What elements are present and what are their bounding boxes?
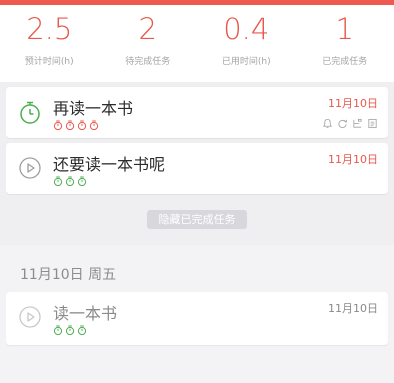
stat-pending-tasks: 2 待完成任务 <box>99 5 198 82</box>
day-header: 11月10日 周五 <box>20 267 117 283</box>
pomodoro-icon <box>53 325 63 335</box>
stat-estimated-time: 2.5 预计时间(h) <box>0 5 99 82</box>
task-title[interactable]: 读一本书 <box>53 300 117 324</box>
pomodoro-row <box>53 176 87 186</box>
task-card[interactable]: 还要读一本书呢 11月10日 <box>6 143 388 194</box>
stat-value: 1 <box>335 12 354 46</box>
task-due-date: 11月10日 <box>328 302 378 315</box>
pomodoro-icon <box>77 120 87 130</box>
stats-panel: 2.5 预计时间(h) 2 待完成任务 0.4 已用时间(h) 1 已完成任务 <box>0 5 394 82</box>
pomodoro-icon <box>53 120 63 130</box>
pomodoro-icon <box>77 176 87 186</box>
hide-completed-button[interactable]: 隐藏已完成任务 <box>147 210 247 229</box>
task-card-completed[interactable]: 读一本书 11月10日 <box>6 292 388 345</box>
bell-icon <box>323 118 332 129</box>
task-tools <box>322 118 378 129</box>
stat-label: 待完成任务 <box>125 57 171 67</box>
repeat-icon <box>338 119 348 128</box>
play-icon[interactable] <box>18 156 42 180</box>
stat-value: 2 <box>138 12 157 46</box>
play-icon[interactable] <box>18 305 42 329</box>
stat-value: 2.5 <box>26 12 73 46</box>
pomodoro-icon <box>53 176 63 186</box>
stat-completed-tasks: 1 已完成任务 <box>296 5 394 82</box>
stat-used-time: 0.4 已用时间(h) <box>197 5 296 82</box>
task-due-date: 11月10日 <box>328 97 378 110</box>
subtask-icon <box>353 118 362 128</box>
stat-value: 0.4 <box>223 12 270 46</box>
stat-label: 已完成任务 <box>322 57 368 67</box>
task-card[interactable]: 再读一本书 11月10日 <box>6 87 388 138</box>
pomodoro-icon <box>65 325 75 335</box>
pomodoro-icon <box>89 120 99 130</box>
pomodoro-row <box>53 325 87 335</box>
stat-label: 预计时间(h) <box>24 57 74 67</box>
pomodoro-icon <box>77 325 87 335</box>
pomodoro-icon <box>65 176 75 186</box>
task-title[interactable]: 再读一本书 <box>53 95 133 119</box>
note-icon <box>368 118 377 129</box>
stat-label: 已用时间(h) <box>221 57 271 67</box>
task-due-date: 11月10日 <box>328 153 378 166</box>
pomodoro-row <box>53 120 99 130</box>
pomodoro-icon <box>65 120 75 130</box>
task-title[interactable]: 还要读一本书呢 <box>53 151 165 175</box>
stopwatch-icon[interactable] <box>18 100 42 124</box>
